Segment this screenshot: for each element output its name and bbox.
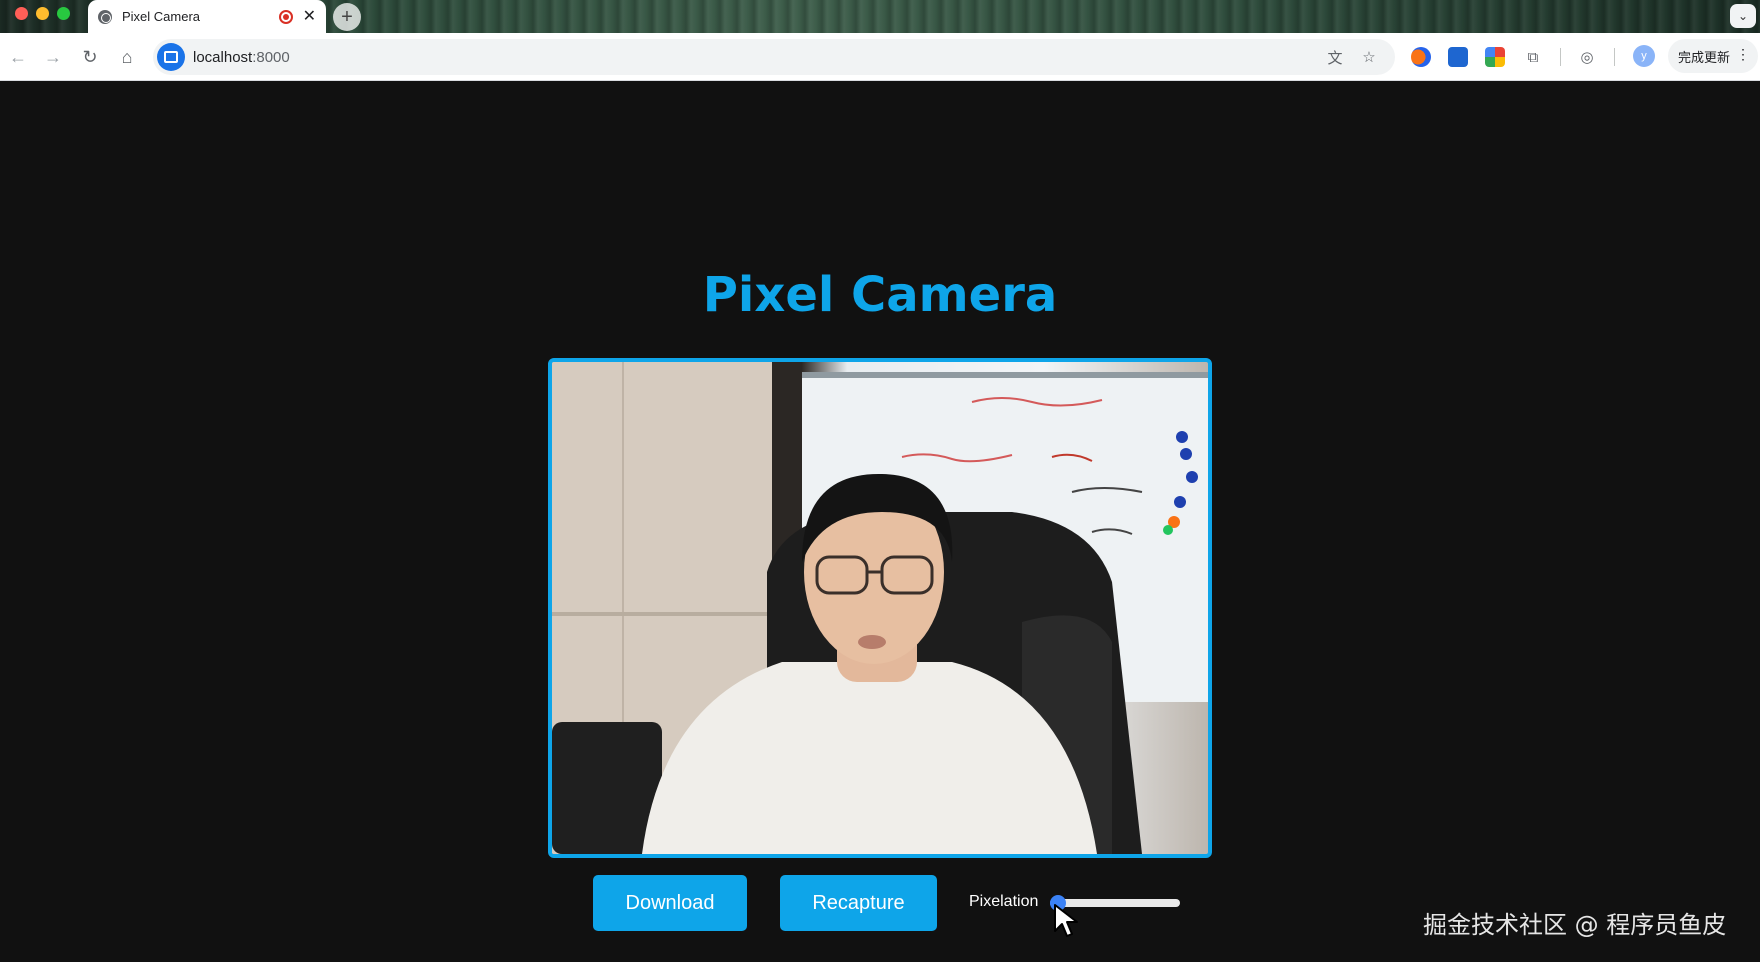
browser-tab-active[interactable]: Pixel Camera ✕: [88, 0, 326, 33]
home-icon[interactable]: ⌂: [115, 45, 139, 69]
extension-1-icon[interactable]: [1411, 47, 1431, 67]
puzzle-icon[interactable]: ⧉: [1523, 47, 1543, 67]
new-tab-button[interactable]: +: [333, 3, 361, 31]
globe-icon: [98, 9, 112, 24]
camera-icon[interactable]: ◎: [1577, 47, 1597, 67]
reload-icon[interactable]: ↻: [78, 45, 102, 69]
camera-frame-image: [552, 362, 1208, 854]
back-icon[interactable]: ←: [6, 45, 30, 69]
recapture-button[interactable]: Recapture: [780, 875, 937, 931]
close-window-button[interactable]: [15, 7, 28, 20]
url-host: localhost: [193, 49, 253, 66]
address-bar[interactable]: localhost:8000 文 ☆: [153, 39, 1395, 75]
url-text: localhost:8000: [193, 49, 290, 66]
menu-kebab-icon[interactable]: ⋮: [1736, 46, 1750, 63]
star-icon[interactable]: ☆: [1359, 47, 1379, 67]
extension-3-icon[interactable]: [1485, 47, 1505, 67]
pixelation-label: Pixelation: [969, 893, 1039, 910]
tab-title: Pixel Camera: [122, 9, 201, 24]
extension-2-icon[interactable]: [1448, 47, 1468, 67]
download-button[interactable]: Download: [593, 875, 747, 931]
browser-toolbar: ← → ↻ ⌂ localhost:8000 文 ☆ ⧉ ◎ y 完成更新 ⋮: [0, 33, 1760, 81]
watermark-text: 掘金技术社区 @ 程序员鱼皮: [1423, 911, 1727, 939]
camera-preview: [548, 358, 1212, 858]
url-port: :8000: [252, 49, 290, 66]
minimize-window-button[interactable]: [36, 7, 49, 20]
tab-search-button[interactable]: ⌄: [1730, 4, 1756, 28]
recording-indicator-icon: [278, 9, 293, 24]
forward-icon[interactable]: →: [41, 45, 65, 69]
mouse-pointer-icon: [1054, 904, 1078, 937]
maximize-window-button[interactable]: [57, 7, 70, 20]
toolbar-divider: [1560, 48, 1561, 66]
update-label: 完成更新: [1678, 49, 1731, 65]
update-button[interactable]: 完成更新 ⋮: [1668, 39, 1758, 73]
site-camera-icon[interactable]: [157, 43, 185, 71]
profile-avatar[interactable]: y: [1633, 45, 1655, 67]
page-content: Pixel Camera Download Recapture Pixelati…: [0, 81, 1760, 962]
page-title: Pixel Camera: [702, 267, 1058, 323]
close-tab-icon[interactable]: ✕: [303, 8, 316, 25]
toolbar-divider: [1614, 48, 1615, 66]
translate-icon[interactable]: 文: [1325, 47, 1345, 67]
